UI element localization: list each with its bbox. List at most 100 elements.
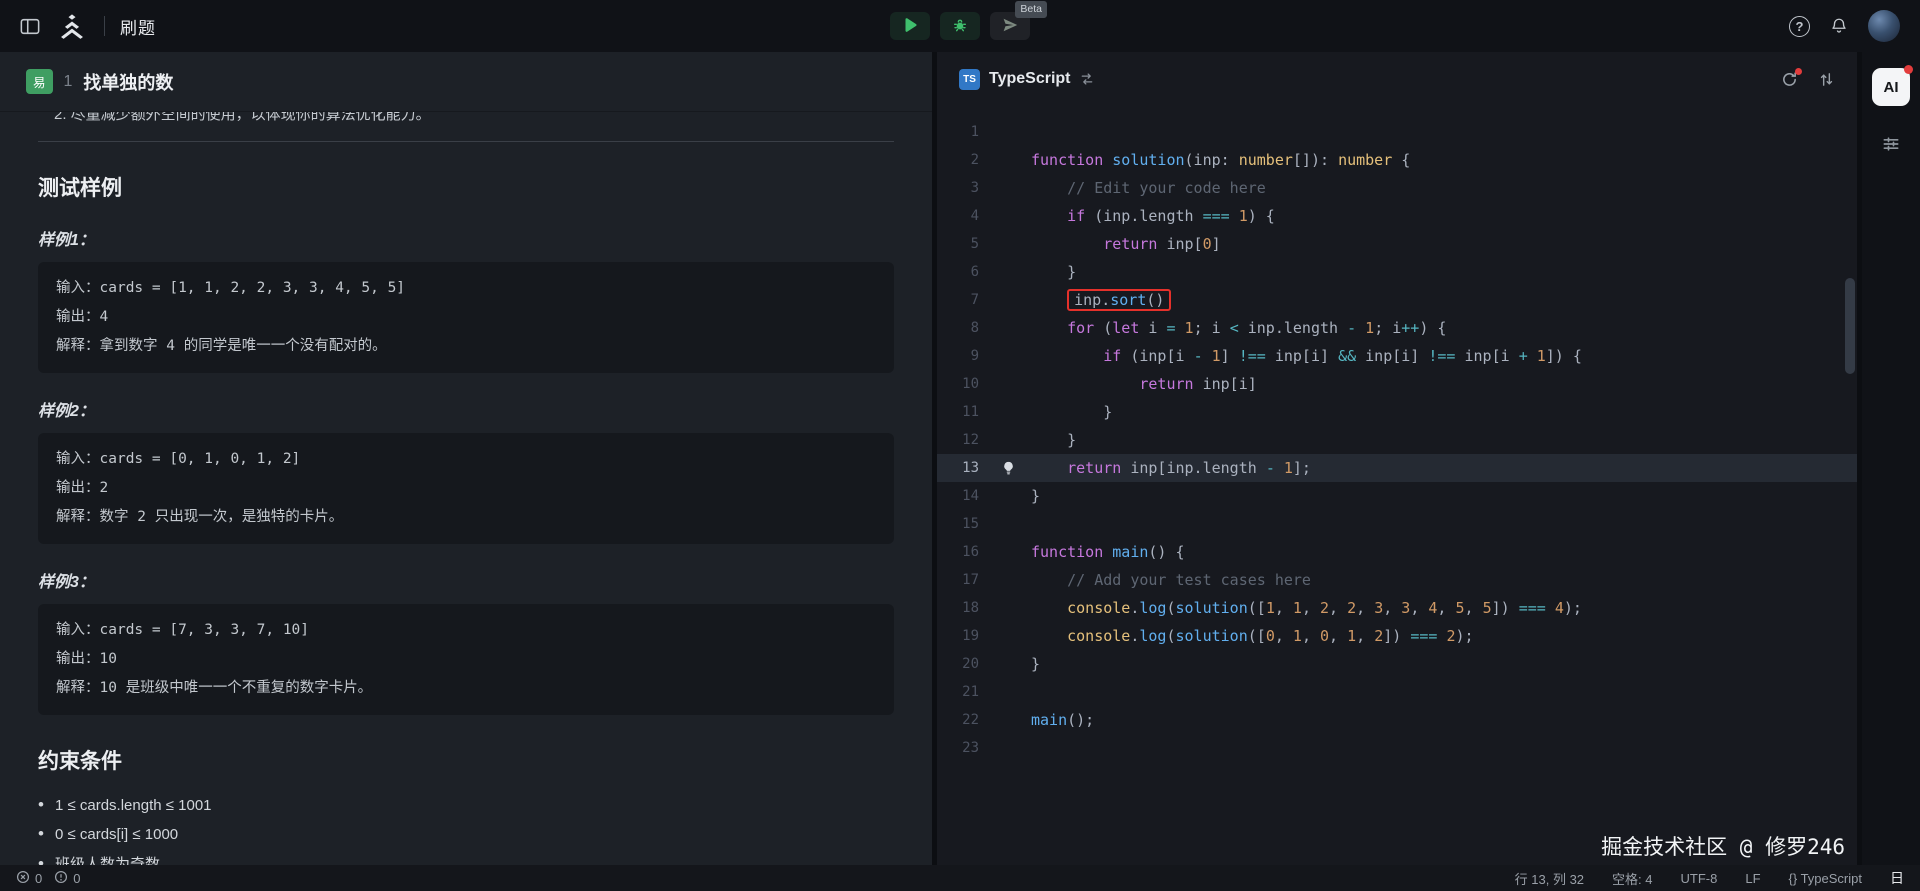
code-line[interactable]: 20} [937, 650, 1857, 678]
code-text: console.log(solution([0, 1, 0, 1, 2]) ==… [1031, 622, 1474, 650]
line-number[interactable]: 19 [937, 622, 1001, 650]
help-icon[interactable] [1789, 16, 1810, 37]
scrolled-text-line: 2. 尽量减少额外空间的使用，以体现你的算法优化能力。 [38, 112, 894, 127]
line-number[interactable]: 13 [937, 454, 1001, 482]
ai-button-label: AI [1884, 79, 1899, 96]
line-number[interactable]: 22 [937, 706, 1001, 734]
line-number[interactable]: 1 [937, 118, 1001, 146]
code-line[interactable]: 4 if (inp.length === 1) { [937, 202, 1857, 230]
indent-setting[interactable]: 空格: 4 [1612, 869, 1652, 888]
line-number[interactable]: 20 [937, 650, 1001, 678]
line-number[interactable]: 12 [937, 426, 1001, 454]
editor-panel: TS TypeScript 12functio [937, 52, 1857, 865]
problem-number: 1 [64, 73, 73, 91]
examples-section-title: 测试样例 [38, 172, 894, 202]
sliders-icon[interactable] [1881, 134, 1901, 154]
line-number[interactable]: 17 [937, 566, 1001, 594]
example-label: 样例1： [38, 226, 894, 250]
example-output: 输出：2 [56, 474, 876, 503]
line-number[interactable]: 23 [937, 734, 1001, 762]
warnings-indicator[interactable]: 0 [54, 870, 80, 887]
debug-button[interactable] [940, 12, 980, 40]
language-label: TypeScript [989, 70, 1071, 88]
code-line[interactable]: 17 // Add your test cases here [937, 566, 1857, 594]
example-code-block: 输入：cards = [7, 3, 3, 7, 10] 输出：10 解释：10 … [38, 604, 894, 715]
unsaved-changes-dot [1795, 68, 1802, 75]
code-line[interactable]: 22main(); [937, 706, 1857, 734]
problem-content[interactable]: 2. 尽量减少额外空间的使用，以体现你的算法优化能力。 测试样例 样例1： 输入… [0, 112, 932, 865]
line-number[interactable]: 10 [937, 370, 1001, 398]
juejin-logo-icon[interactable] [55, 13, 89, 39]
avatar[interactable] [1868, 10, 1900, 42]
editor-scrollbar[interactable] [1845, 278, 1855, 374]
reset-code-icon[interactable] [1781, 71, 1798, 88]
language-switch-icon[interactable] [1080, 72, 1094, 86]
line-number[interactable]: 18 [937, 594, 1001, 622]
code-line[interactable]: 16 function main() { [937, 538, 1857, 566]
line-number[interactable]: 16 [937, 538, 1001, 566]
line-number[interactable]: 7 [937, 286, 1001, 314]
side-rail: AI [1862, 52, 1920, 865]
line-number[interactable]: 6 [937, 258, 1001, 286]
problem-title: 找单独的数 [83, 69, 173, 95]
example-label: 样例2： [38, 397, 894, 421]
warning-count: 0 [73, 871, 80, 886]
problem-header: 易 1 找单独的数 [0, 52, 932, 112]
run-button[interactable] [890, 12, 930, 40]
line-number[interactable]: 11 [937, 398, 1001, 426]
line-number[interactable]: 2 [937, 146, 1001, 174]
code-line[interactable]: 15 [937, 510, 1857, 538]
code-line[interactable]: 23 [937, 734, 1857, 762]
code-text: function main() { [1031, 538, 1185, 566]
encoding-setting[interactable]: UTF-8 [1681, 871, 1718, 886]
code-line[interactable]: 13 return inp[inp.length - 1]; [937, 454, 1857, 482]
line-number[interactable]: 4 [937, 202, 1001, 230]
code-line[interactable]: 8 for (let i = 1; i < inp.length - 1; i+… [937, 314, 1857, 342]
code-line[interactable]: 7 inp.sort() [937, 286, 1857, 314]
line-number[interactable]: 8 [937, 314, 1001, 342]
code-text: if (inp.length === 1) { [1031, 202, 1275, 230]
errors-indicator[interactable]: 0 [16, 870, 42, 887]
code-text: return inp[inp.length - 1]; [1031, 454, 1311, 482]
line-number[interactable]: 3 [937, 174, 1001, 202]
submission-history-icon[interactable] [1818, 71, 1835, 88]
code-line[interactable]: 10 return inp[i] [937, 370, 1857, 398]
sidebar-toggle-icon[interactable] [20, 18, 40, 35]
ai-assistant-button[interactable]: AI [1872, 68, 1910, 106]
code-editor[interactable]: 12function solution(inp: number[]): numb… [937, 106, 1857, 865]
notifications-bell-icon[interactable] [1830, 17, 1848, 35]
code-line[interactable]: 3 // Edit your code here [937, 174, 1857, 202]
line-number[interactable]: 5 [937, 230, 1001, 258]
line-number[interactable]: 14 [937, 482, 1001, 510]
code-line[interactable]: 12 } [937, 426, 1857, 454]
line-number[interactable]: 21 [937, 678, 1001, 706]
code-line[interactable]: 19 console.log(solution([0, 1, 0, 1, 2])… [937, 622, 1857, 650]
cursor-position[interactable]: 行 13, 列 32 [1515, 869, 1584, 888]
example-input: 输入：cards = [1, 1, 2, 2, 3, 3, 4, 5, 5] [56, 274, 876, 303]
code-line[interactable]: 1 [937, 118, 1857, 146]
code-line[interactable]: 14} [937, 482, 1857, 510]
line-number[interactable]: 15 [937, 510, 1001, 538]
code-line[interactable]: 18 console.log(solution([1, 1, 2, 2, 3, … [937, 594, 1857, 622]
example-explanation: 解释：拿到数字 4 的同学是唯一一个没有配对的。 [56, 332, 876, 361]
difficulty-badge: 易 [26, 69, 53, 94]
submit-button[interactable]: Beta [990, 12, 1030, 40]
ai-notification-dot [1904, 65, 1913, 74]
code-line[interactable]: 6 } [937, 258, 1857, 286]
example-label: 样例3： [38, 568, 894, 592]
code-line[interactable]: 2function solution(inp: number[]): numbe… [937, 146, 1857, 174]
constraint-item: 1 ≤ cards.length ≤ 1001 [38, 793, 212, 817]
quickfix-lightbulb-icon[interactable] [1001, 461, 1031, 476]
language-mode[interactable]: {} TypeScript [1789, 871, 1862, 886]
code-line[interactable]: 5 return inp[0] [937, 230, 1857, 258]
code-line[interactable]: 11 } [937, 398, 1857, 426]
example-block: 样例1： 输入：cards = [1, 1, 2, 2, 3, 3, 4, 5,… [38, 226, 894, 373]
eol-setting[interactable]: LF [1745, 871, 1760, 886]
code-line[interactable]: 21 [937, 678, 1857, 706]
constraint-list: 1 ≤ cards.length ≤ 1001 0 ≤ cards[i] ≤ 1… [38, 793, 894, 865]
topbar-divider [104, 16, 105, 36]
code-line[interactable]: 9 if (inp[i - 1] !== inp[i] && inp[i] !=… [937, 342, 1857, 370]
example-explanation: 解释：10 是班级中唯一一个不重复的数字卡片。 [56, 674, 876, 703]
line-number[interactable]: 9 [937, 342, 1001, 370]
example-input: 输入：cards = [0, 1, 0, 1, 2] [56, 445, 876, 474]
